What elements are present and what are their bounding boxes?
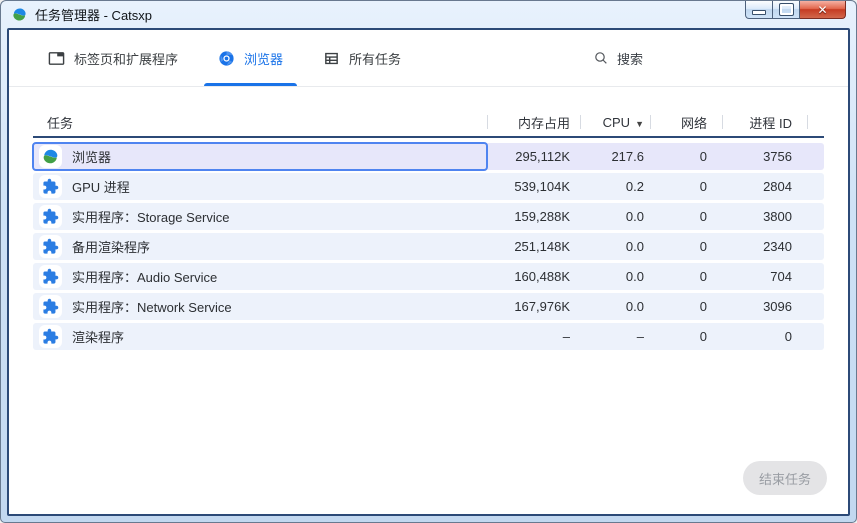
column-header-task[interactable]: 任务 xyxy=(33,113,487,132)
pid-cell: 2804 xyxy=(763,179,792,194)
column-header-cpu[interactable]: CPU ▼ xyxy=(580,115,650,130)
task-cell: 渲染程序 xyxy=(33,323,487,350)
task-manager-window: 任务管理器 - Catsxp ✕ 标签页和扩展程序 浏览器 所有任务 搜索 任务… xyxy=(0,0,857,523)
pid-cell: 0 xyxy=(784,329,792,344)
extension-puzzle-icon xyxy=(39,325,62,348)
maximize-button[interactable] xyxy=(773,1,800,19)
window-title: 任务管理器 - Catsxp xyxy=(35,8,153,23)
network-cell: 0 xyxy=(699,149,707,164)
table-row-renderer[interactable]: 渲染程序 – – 0 0 xyxy=(33,323,824,350)
cpu-cell: 0.0 xyxy=(625,269,644,284)
pid-cell: 704 xyxy=(770,269,792,284)
task-cell: 备用渲染程序 xyxy=(33,233,487,260)
pid-cell: 2340 xyxy=(763,239,792,254)
network-cell: 0 xyxy=(699,269,707,284)
extension-puzzle-icon xyxy=(39,205,62,228)
extension-puzzle-icon xyxy=(39,265,62,288)
pid-cell: 3096 xyxy=(763,299,792,314)
network-cell: 0 xyxy=(699,209,707,224)
tab-label: 浏览器 xyxy=(244,51,284,67)
tab-label: 标签页和扩展程序 xyxy=(74,51,179,67)
task-cell: 实用程序：Network Service xyxy=(33,293,487,320)
cpu-cell: 0.0 xyxy=(625,209,644,224)
task-name: 渲染程序 xyxy=(72,330,125,345)
extension-puzzle-icon xyxy=(39,175,62,198)
cpu-cell: 0.0 xyxy=(625,299,644,314)
task-cell: GPU 进程 xyxy=(33,173,487,200)
memory-cell: 539,104K xyxy=(514,179,570,194)
search-label: 搜索 xyxy=(616,51,643,67)
catsxp-logo xyxy=(11,6,28,23)
tabs-and-extensions-icon xyxy=(48,50,65,67)
network-cell: 0 xyxy=(699,329,707,344)
table-row-network-service[interactable]: 实用程序：Network Service 167,976K 0.0 0 3096 xyxy=(33,293,824,320)
extension-puzzle-icon xyxy=(39,235,62,258)
task-cell: 实用程序：Storage Service xyxy=(33,203,487,230)
catsxp-logo xyxy=(39,145,62,168)
search-icon xyxy=(595,52,607,64)
memory-cell: 295,112K xyxy=(515,149,570,164)
table-row-spare-renderer[interactable]: 备用渲染程序 251,148K 0.0 0 2340 xyxy=(33,233,824,260)
tab-tabs-and-extensions[interactable]: 标签页和扩展程序 xyxy=(28,30,198,86)
close-icon: ✕ xyxy=(817,2,828,17)
window-controls: ✕ xyxy=(745,1,846,19)
close-button[interactable]: ✕ xyxy=(800,1,846,19)
minimize-button[interactable] xyxy=(745,1,773,19)
header-spacer xyxy=(807,108,824,136)
table-header: 任务 内存占用 CPU ▼ 网络 进程 ID xyxy=(33,108,824,138)
network-cell: 0 xyxy=(699,239,707,254)
all-tasks-icon xyxy=(323,50,340,67)
content-area: 标签页和扩展程序 浏览器 所有任务 搜索 任务 内存占用 CPU ▼ 网络 进程… xyxy=(7,28,850,516)
task-name: 备用渲染程序 xyxy=(72,240,151,255)
pid-cell: 3756 xyxy=(763,149,792,164)
table-row-audio-service[interactable]: 实用程序：Audio Service 160,488K 0.0 0 704 xyxy=(33,263,824,290)
table-row-browser[interactable]: 浏览器 295,112K 217.6 0 3756 xyxy=(32,142,824,171)
task-name: 实用程序：Audio Service xyxy=(72,270,218,285)
table-row-gpu-process[interactable]: GPU 进程 539,104K 0.2 0 2804 xyxy=(33,173,824,200)
tab-all-tasks[interactable]: 所有任务 xyxy=(303,30,421,86)
tab-bar: 标签页和扩展程序 浏览器 所有任务 搜索 xyxy=(9,30,848,87)
tab-label: 所有任务 xyxy=(349,51,402,67)
process-table: 任务 内存占用 CPU ▼ 网络 进程 ID 浏览器 295,112K 217.… xyxy=(32,108,824,350)
column-header-pid[interactable]: 进程 ID xyxy=(722,113,807,132)
cpu-cell: 0.2 xyxy=(625,179,644,194)
minimize-icon xyxy=(752,9,766,15)
task-name: GPU 进程 xyxy=(72,180,130,195)
task-name: 实用程序：Storage Service xyxy=(72,210,230,225)
memory-cell: 167,976K xyxy=(514,299,570,314)
memory-cell: 251,148K xyxy=(514,239,570,254)
end-task-button[interactable]: 结束任务 xyxy=(743,461,827,495)
titlebar: 任务管理器 - Catsxp ✕ xyxy=(1,1,856,28)
search-control[interactable]: 搜索 xyxy=(593,49,643,68)
task-name: 实用程序：Network Service xyxy=(72,300,232,315)
table-row-storage-service[interactable]: 实用程序：Storage Service 159,288K 0.0 0 3800 xyxy=(33,203,824,230)
cpu-cell: 217.6 xyxy=(611,149,644,164)
cpu-cell: – xyxy=(636,329,644,344)
pid-cell: 3800 xyxy=(763,209,792,224)
sort-desc-icon: ▼ xyxy=(635,118,644,129)
table-body: 浏览器 295,112K 217.6 0 3756 GPU 进程 539,104… xyxy=(32,142,824,350)
task-cell: 实用程序：Audio Service xyxy=(33,263,487,290)
extension-puzzle-icon xyxy=(39,295,62,318)
memory-cell: 160,488K xyxy=(514,269,570,284)
tab-browser[interactable]: 浏览器 xyxy=(198,30,303,86)
task-cell: 浏览器 xyxy=(32,142,488,171)
cpu-cell: 0.0 xyxy=(625,239,644,254)
memory-cell: 159,288K xyxy=(514,209,570,224)
column-header-network[interactable]: 网络 xyxy=(650,113,722,132)
task-name: 浏览器 xyxy=(72,150,112,165)
network-cell: 0 xyxy=(699,299,707,314)
maximize-icon xyxy=(778,3,794,16)
browser-icon xyxy=(218,50,235,67)
network-cell: 0 xyxy=(699,179,707,194)
column-header-memory[interactable]: 内存占用 xyxy=(487,113,580,132)
memory-cell: – xyxy=(562,329,570,344)
